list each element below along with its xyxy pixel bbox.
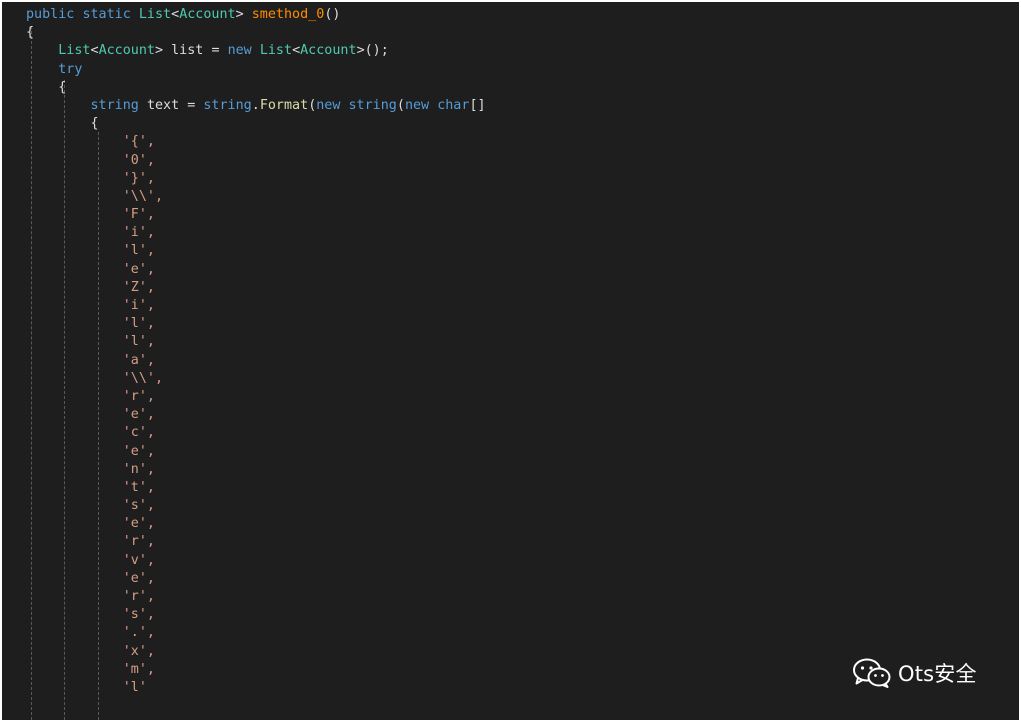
- char-literal: '\\',: [122, 370, 164, 386]
- code-line-char: 'r',: [26, 588, 1019, 606]
- keyword-string: string: [90, 97, 139, 113]
- char-literal: 'v',: [122, 552, 155, 568]
- code-line-char: '0',: [26, 152, 1019, 170]
- char-literal: 'i',: [122, 298, 155, 313]
- char-literal: 'F',: [122, 207, 155, 223]
- keyword-static: static: [82, 7, 131, 22]
- char-literal: 'e',: [122, 443, 155, 459]
- char-literal: '0',: [122, 152, 155, 168]
- type-account: Account: [179, 7, 236, 22]
- code-line-char: 'i',: [26, 224, 1019, 242]
- code-line-array-brace: {: [26, 115, 1019, 133]
- char-literal: 'Z',: [122, 279, 155, 295]
- char-literal: 'l',: [122, 316, 155, 332]
- char-literal: 'n',: [122, 461, 155, 477]
- method-format: Format: [259, 97, 309, 113]
- char-literal: 'r',: [122, 388, 155, 404]
- code-editor[interactable]: public static List<Account> smethod_0() …: [2, 2, 1019, 720]
- char-literal: 'r',: [122, 589, 155, 604]
- watermark: Ots安全: [852, 658, 977, 688]
- code-line-char: '\\',: [26, 370, 1019, 388]
- char-literal: 'e',: [122, 407, 155, 423]
- watermark-text: Ots安全: [898, 662, 977, 686]
- code-line-char: 'l',: [26, 242, 1019, 260]
- keyword-char: char: [437, 97, 470, 113]
- code-line-list-decl: List<Account> list = new List<Account>()…: [58, 43, 389, 59]
- code-line-char: '.',: [26, 624, 1019, 642]
- code-line-char: '\\',: [26, 188, 1019, 206]
- char-literal: 'e',: [122, 261, 155, 277]
- char-literal: 'r',: [122, 534, 155, 550]
- code-line-try: try: [26, 61, 1019, 79]
- code-line-try-brace: {: [26, 79, 1019, 97]
- type-list: List: [58, 43, 91, 59]
- brace-open: {: [26, 25, 35, 41]
- code-line-signature: public static List<Account> smethod_0(): [26, 7, 341, 22]
- code-line-char: 'v',: [26, 552, 1019, 570]
- char-literal: 's',: [122, 498, 155, 514]
- keyword-new: new: [404, 97, 430, 113]
- code-line-char: 'l',: [26, 315, 1019, 333]
- char-literal: 'm',: [122, 661, 155, 677]
- keyword-public: public: [26, 7, 75, 22]
- code-line-char: 'c',: [26, 424, 1019, 442]
- wechat-icon: [853, 658, 891, 688]
- code-line-char: 't',: [26, 479, 1019, 497]
- char-literal: 't',: [122, 479, 155, 495]
- char-literal: '\\',: [122, 188, 164, 204]
- code-line-char: 'e',: [26, 261, 1019, 279]
- code-line-char: 'e',: [26, 515, 1019, 533]
- code-line-char: 'i',: [26, 297, 1019, 315]
- code-line-char: 'a',: [26, 352, 1019, 370]
- type-list: List: [138, 7, 172, 22]
- code-line-char: '}',: [26, 170, 1019, 188]
- code-line-char: 'r',: [26, 388, 1019, 406]
- type-account: Account: [98, 43, 155, 59]
- char-literal: 'i',: [122, 225, 155, 241]
- type-list: List: [259, 43, 293, 59]
- char-literal: '}',: [122, 170, 155, 186]
- code-line-string-decl: string text = string.Format(new string(n…: [90, 97, 486, 113]
- char-literal: 'l',: [122, 334, 155, 350]
- code-line-char: 'Z',: [26, 279, 1019, 297]
- code-lines: public static List<Account> smethod_0() …: [26, 6, 1019, 697]
- code-line-char: 's',: [26, 606, 1019, 624]
- char-literal: 'e',: [122, 516, 155, 532]
- code-line-char: 'n',: [26, 461, 1019, 479]
- code-line-char: 'F',: [26, 206, 1019, 224]
- code-line-char: 'r',: [26, 533, 1019, 551]
- char-literal: 'e',: [122, 570, 155, 586]
- char-literal: 'c',: [122, 425, 155, 441]
- char-literal: 'a',: [122, 352, 155, 368]
- keyword-try: try: [58, 61, 83, 77]
- code-line-char: '{',: [26, 133, 1019, 151]
- code-line-brace: {: [26, 24, 1019, 42]
- keyword-new: new: [227, 43, 252, 59]
- char-literal: 'l',: [122, 243, 155, 259]
- code-line-char: 'l',: [26, 333, 1019, 351]
- brace-open: {: [90, 116, 99, 132]
- char-literal: 's',: [122, 607, 155, 623]
- variable-text: text: [146, 97, 180, 113]
- variable-list: list: [171, 43, 204, 59]
- code-line-char: 's',: [26, 497, 1019, 515]
- char-literal: 'l': [122, 679, 147, 695]
- char-literal: '{',: [122, 134, 155, 150]
- keyword-string: string: [348, 97, 397, 113]
- char-literal: '.',: [122, 625, 155, 641]
- keyword-new: new: [316, 97, 341, 113]
- code-line-char: 'e',: [26, 406, 1019, 424]
- char-array-lines: '{', '0', '}', '\\', 'F', 'i', 'l', 'e',…: [26, 133, 1019, 697]
- keyword-string: string: [203, 97, 252, 113]
- char-literal: 'x',: [122, 643, 155, 659]
- code-line-char: 'e',: [26, 570, 1019, 588]
- brace-open: {: [58, 79, 67, 95]
- method-name: smethod_0: [251, 7, 325, 22]
- code-line-char: 'e',: [26, 443, 1019, 461]
- method-parens: (): [324, 7, 341, 22]
- type-account: Account: [300, 43, 357, 59]
